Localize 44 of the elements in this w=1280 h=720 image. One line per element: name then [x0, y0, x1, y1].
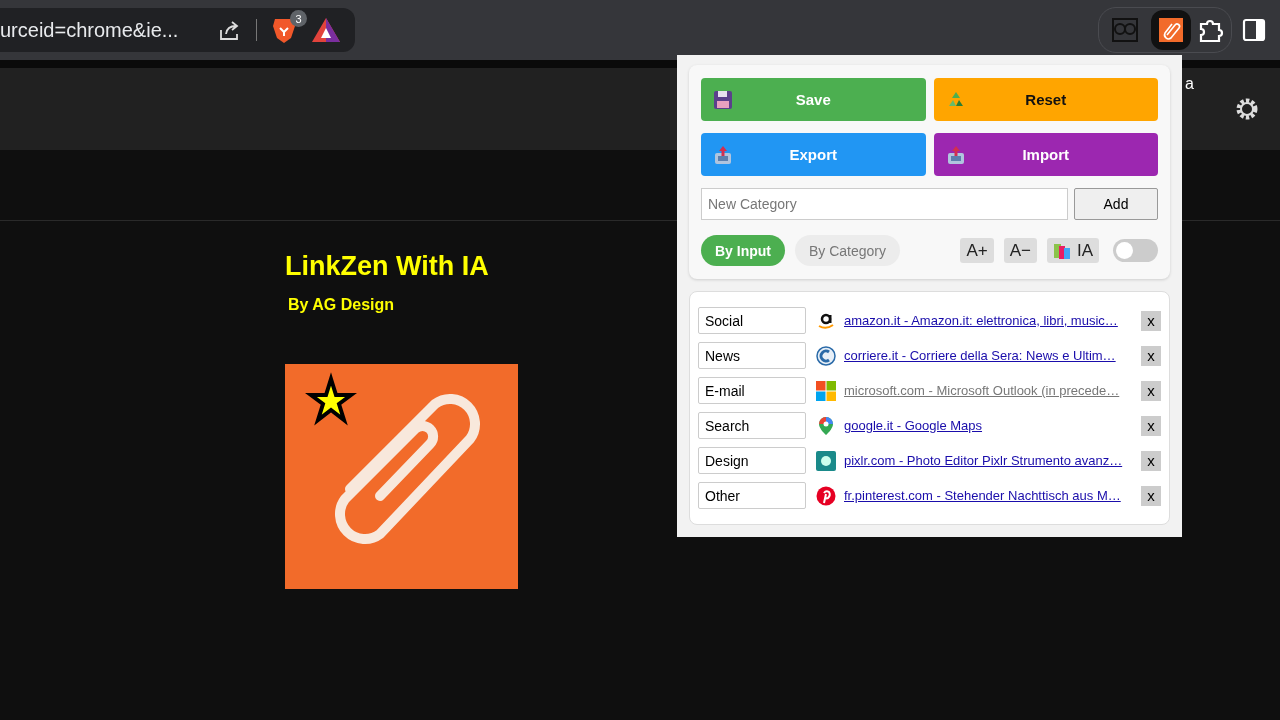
remove-button[interactable]: x — [1141, 310, 1161, 331]
category-field[interactable]: E-mail — [698, 377, 806, 404]
remove-button[interactable]: x — [1141, 415, 1161, 436]
category-field[interactable]: Social — [698, 307, 806, 334]
category-field[interactable]: Design — [698, 447, 806, 474]
remove-button[interactable]: x — [1141, 345, 1161, 366]
map-pin-icon — [816, 415, 836, 436]
import-button[interactable]: Import — [933, 133, 1158, 176]
header-text: a — [1185, 75, 1194, 93]
triangle-icon[interactable] — [311, 17, 341, 43]
category-field[interactable]: Other — [698, 482, 806, 509]
category-field[interactable]: Search — [698, 412, 806, 439]
side-panel-icon[interactable] — [1242, 18, 1266, 42]
address-text[interactable]: urceid=chrome&ie... — [0, 18, 204, 42]
paperclip-icon[interactable] — [1159, 18, 1183, 42]
ia-toggle-switch[interactable] — [1113, 239, 1158, 262]
bookmark-link[interactable]: fr.pinterest.com - Stehender Nachttisch aus M… — [844, 488, 1135, 503]
tray-arrow-icon — [713, 144, 733, 165]
add-button[interactable]: Add — [1074, 188, 1158, 220]
pin-circle-icon — [816, 485, 836, 506]
settings-icon[interactable] — [1234, 96, 1260, 122]
category-input-field[interactable]: New Category — [701, 188, 1068, 220]
bookmark-link[interactable]: corriere.it - Corriere della Sera: News e Ultim… — [844, 348, 1135, 363]
remove-button[interactable]: x — [1141, 485, 1161, 506]
bookmark-link[interactable]: amazon.it - Amazon.it: elettronica, libri, music… — [844, 313, 1135, 328]
filter-tab[interactable]: By Category — [795, 235, 901, 266]
bookmark-link[interactable]: google.it - Google Maps — [844, 418, 1135, 433]
category-field[interactable]: News — [698, 342, 806, 369]
remove-button[interactable]: x — [1141, 450, 1161, 471]
ia-button[interactable]: IA — [1046, 238, 1099, 263]
letter-c-icon — [816, 345, 836, 366]
tray-arrow-icon — [945, 144, 966, 165]
page-title: LinkZen With IA — [285, 251, 489, 282]
reset-button[interactable]: Reset — [933, 78, 1158, 121]
bookmark-link[interactable]: pixlr.com - Photo Editor Pixlr Strumento avanz… — [844, 453, 1135, 468]
page-subtitle: By AG Design — [288, 296, 395, 314]
books-icon — [1052, 241, 1071, 260]
remove-button[interactable]: x — [1141, 380, 1161, 401]
notification-badge: 3 — [290, 10, 307, 27]
bookmark-link[interactable]: microsoft.com - Microsoft Outlook (in precede… — [844, 383, 1135, 398]
lion-shield-icon[interactable] — [271, 16, 297, 44]
font-size-button[interactable]: A− — [1003, 238, 1037, 263]
font-size-button[interactable]: A+ — [960, 238, 994, 263]
four-squares-icon — [816, 380, 836, 401]
